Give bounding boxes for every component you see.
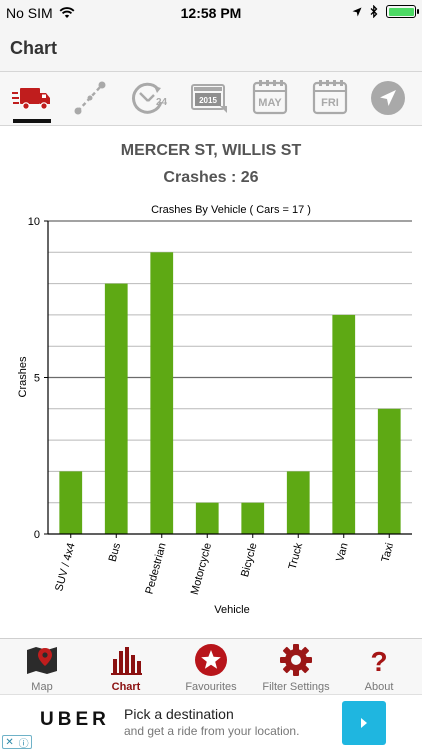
filter-row: 24 2015 MAY FRI — [0, 72, 422, 126]
weekday-calendar-icon: FRI — [312, 80, 348, 115]
svg-text:?: ? — [370, 646, 387, 677]
bar — [332, 314, 356, 534]
filter-weekday[interactable]: FRI — [308, 76, 352, 120]
location-arrow-icon — [371, 81, 405, 115]
y-axis-label: Crashes — [17, 356, 29, 397]
chevron-right-icon — [361, 718, 367, 728]
close-icon: ✕ — [5, 736, 14, 748]
route-icon — [74, 81, 106, 115]
ad-banner[interactable]: ✕ ⓘ UBER Pick a destination and get a ri… — [0, 694, 422, 750]
chart-grid — [48, 220, 412, 504]
filter-location[interactable] — [366, 76, 410, 120]
page-title: Chart — [10, 38, 58, 58]
question-icon: ? — [370, 646, 387, 677]
tab-chart-label: Chart — [111, 681, 141, 693]
ad-subline: and get a ride from your location. — [124, 724, 300, 738]
ad-choices-badge[interactable]: ✕ ⓘ — [2, 735, 32, 750]
bar — [195, 502, 219, 534]
svg-text:2015: 2015 — [199, 96, 217, 105]
tab-filter-settings-label: Filter Settings — [262, 681, 330, 693]
tab-map[interactable]: Map — [8, 643, 76, 695]
x-tick-label: SUV / 4x4 — [53, 542, 77, 593]
tab-favourites[interactable]: Favourites — [176, 643, 246, 695]
y-tick-label: 10 — [28, 216, 40, 228]
bar — [377, 408, 401, 534]
status-right — [352, 5, 419, 18]
tab-favourites-label: Favourites — [185, 681, 237, 693]
x-tick-label: Bicycle — [239, 542, 260, 579]
nav-bar: Chart — [0, 26, 422, 72]
x-tick-label: Bus — [107, 541, 124, 563]
svg-text:24: 24 — [156, 97, 168, 108]
x-tick-label: Truck — [287, 541, 306, 571]
filter-truck[interactable] — [10, 76, 54, 120]
info-icon: ⓘ — [18, 738, 29, 750]
filter-year[interactable]: 2015 — [188, 76, 232, 120]
ad-cta-button[interactable] — [342, 701, 386, 745]
location-heading: MERCER ST, WILLIS ST — [120, 142, 302, 159]
year-calendar-icon: 2015 — [191, 84, 227, 113]
svg-text:MAY: MAY — [258, 97, 282, 109]
filter-time-of-day[interactable]: 24 — [128, 76, 172, 120]
crash-bar-chart: Crashes By Vehicle ( Cars = 17 ) 0 5 10 SUV… — [17, 204, 412, 616]
chart-title: Crashes By Vehicle ( Cars = 17 ) — [151, 204, 311, 216]
svg-text:FRI: FRI — [321, 97, 339, 109]
x-tick-label: Motorcycle — [189, 542, 214, 596]
filter-month[interactable]: MAY — [248, 76, 292, 120]
active-filter-indicator — [13, 119, 51, 123]
chart-bars — [59, 252, 401, 535]
gear-icon — [280, 644, 312, 676]
bar — [241, 502, 265, 534]
bar — [59, 471, 83, 534]
status-bar: No SIM 12:58 PM — [0, 0, 422, 26]
truck-icon — [12, 88, 50, 110]
x-axis-label: Vehicle — [214, 604, 249, 616]
map-icon — [27, 647, 57, 674]
bar-chart-icon — [111, 647, 142, 675]
bluetooth-icon — [370, 5, 378, 18]
x-tick-label: Taxi — [379, 542, 396, 564]
tab-bar: Map Chart Favourites Filter Settings ? A… — [0, 638, 422, 694]
bar — [150, 252, 174, 535]
bar — [104, 283, 128, 534]
filter-route[interactable] — [68, 76, 112, 120]
tab-about-label: About — [364, 681, 394, 693]
star-icon — [195, 644, 227, 676]
y-tick-label: 0 — [34, 529, 40, 541]
crash-count: Crashes : 26 — [163, 169, 259, 186]
location-services-icon — [352, 7, 362, 16]
tab-chart[interactable]: Chart — [92, 643, 160, 695]
tab-map-label: Map — [31, 681, 53, 693]
bar — [286, 471, 310, 534]
ad-brand: UBER — [40, 709, 110, 730]
x-tick-label: Pedestrian — [143, 542, 168, 596]
tab-filter-settings[interactable]: Filter Settings — [254, 643, 338, 695]
clock-24-icon: 24 — [132, 82, 168, 114]
month-calendar-icon: MAY — [252, 80, 288, 115]
y-tick-label: 5 — [34, 373, 40, 385]
x-tick-label: Van — [334, 542, 350, 563]
battery-icon — [386, 5, 419, 18]
tab-about[interactable]: ? About — [348, 643, 410, 695]
ad-headline: Pick a destination — [124, 706, 234, 722]
